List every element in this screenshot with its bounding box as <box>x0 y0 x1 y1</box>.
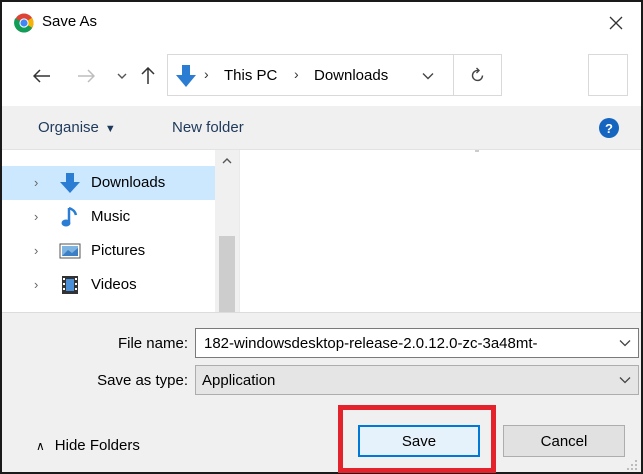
back-button[interactable] <box>28 62 56 90</box>
hide-folders-label: Hide Folders <box>54 437 140 454</box>
resize-grip-icon[interactable] <box>626 459 638 471</box>
cancel-button[interactable]: Cancel <box>503 425 625 457</box>
sidebar-item-pictures[interactable]: › Pictures <box>2 234 215 268</box>
chevron-right-icon[interactable]: › <box>34 209 38 224</box>
music-note-icon <box>61 206 78 227</box>
file-name-dropdown-button[interactable] <box>618 337 632 349</box>
download-arrow-icon <box>176 65 196 87</box>
chevron-up-icon <box>222 157 232 163</box>
new-folder-button[interactable]: New folder <box>172 119 244 136</box>
pane-divider-mark <box>475 150 479 152</box>
navigation-bar: › This PC › Downloads <box>2 44 641 106</box>
chevron-up-icon: ∧ <box>36 439 45 453</box>
sidebar-item-music[interactable]: › Music <box>2 200 215 234</box>
scroll-up-button[interactable] <box>215 150 239 170</box>
chrome-icon <box>14 13 34 33</box>
save-as-type-dropdown-button[interactable] <box>618 374 632 386</box>
up-button[interactable] <box>134 62 162 90</box>
sidebar-item-label: Music <box>91 208 131 225</box>
pictures-icon <box>59 243 81 259</box>
navigation-pane-scrollbar[interactable] <box>215 150 239 312</box>
chevron-down-icon <box>117 73 127 79</box>
save-as-dialog: Save As › This PC › Downloads Organise ▼… <box>0 0 643 474</box>
chevron-down-icon <box>422 73 434 80</box>
chevron-down-icon <box>619 377 631 384</box>
sidebar-item-downloads[interactable]: › Downloads <box>2 166 215 200</box>
save-button[interactable]: Save <box>358 425 480 457</box>
command-bar: Organise ▼ New folder ? <box>2 106 641 150</box>
chevron-right-icon[interactable]: › <box>34 277 38 292</box>
close-icon <box>609 16 623 30</box>
title-bar: Save As <box>2 2 641 44</box>
download-arrow-icon <box>60 173 80 193</box>
window-title: Save As <box>42 13 98 30</box>
breadcrumb-this-pc[interactable]: This PC <box>224 67 277 84</box>
chevron-right-icon[interactable]: › <box>34 175 38 190</box>
search-input[interactable] <box>588 54 628 96</box>
chevron-down-icon <box>619 340 631 347</box>
file-name-field[interactable]: 182-windowsdesktop-release-2.0.12.0-zc-3… <box>195 328 639 358</box>
breadcrumb-separator: › <box>204 66 209 82</box>
close-button[interactable] <box>598 8 634 38</box>
save-as-type-value: Application <box>202 372 276 389</box>
save-as-type-select[interactable]: Application <box>195 365 639 395</box>
file-list-pane[interactable] <box>239 150 641 312</box>
hide-folders-button[interactable]: ∧ Hide Folders <box>36 437 140 454</box>
file-name-value: 182-windowsdesktop-release-2.0.12.0-zc-3… <box>204 335 538 352</box>
refresh-button[interactable] <box>454 54 502 96</box>
file-name-label: File name: <box>117 335 188 352</box>
scrollbar-thumb[interactable] <box>219 236 235 312</box>
sidebar-item-videos[interactable]: › Videos <box>2 268 215 302</box>
sidebar-item-label: Pictures <box>91 242 146 259</box>
back-arrow-icon <box>33 69 50 83</box>
sidebar-item-label: Downloads <box>91 174 166 191</box>
address-dropdown-button[interactable] <box>418 67 438 85</box>
help-icon[interactable]: ? <box>599 118 619 138</box>
save-options-panel: File name: 182-windowsdesktop-release-2.… <box>2 312 641 473</box>
chevron-right-icon[interactable]: › <box>34 243 38 258</box>
navigation-pane: › Downloads › Music › Pictures › Videos <box>2 150 239 312</box>
recent-locations-button[interactable] <box>112 64 132 88</box>
caret-down-icon: ▼ <box>104 123 116 135</box>
save-as-type-label: Save as type: <box>97 372 188 389</box>
refresh-icon <box>471 67 483 82</box>
breadcrumb-downloads[interactable]: Downloads <box>314 67 388 84</box>
up-arrow-icon <box>141 67 155 84</box>
breadcrumb-separator: › <box>294 66 299 82</box>
address-bar[interactable]: › This PC › Downloads <box>167 54 454 96</box>
organise-label: Organise <box>38 119 99 136</box>
videos-icon <box>62 276 78 294</box>
forward-arrow-icon <box>78 69 95 83</box>
forward-button[interactable] <box>72 62 100 90</box>
organise-button[interactable]: Organise ▼ <box>38 119 116 136</box>
sidebar-item-label: Videos <box>91 276 137 293</box>
